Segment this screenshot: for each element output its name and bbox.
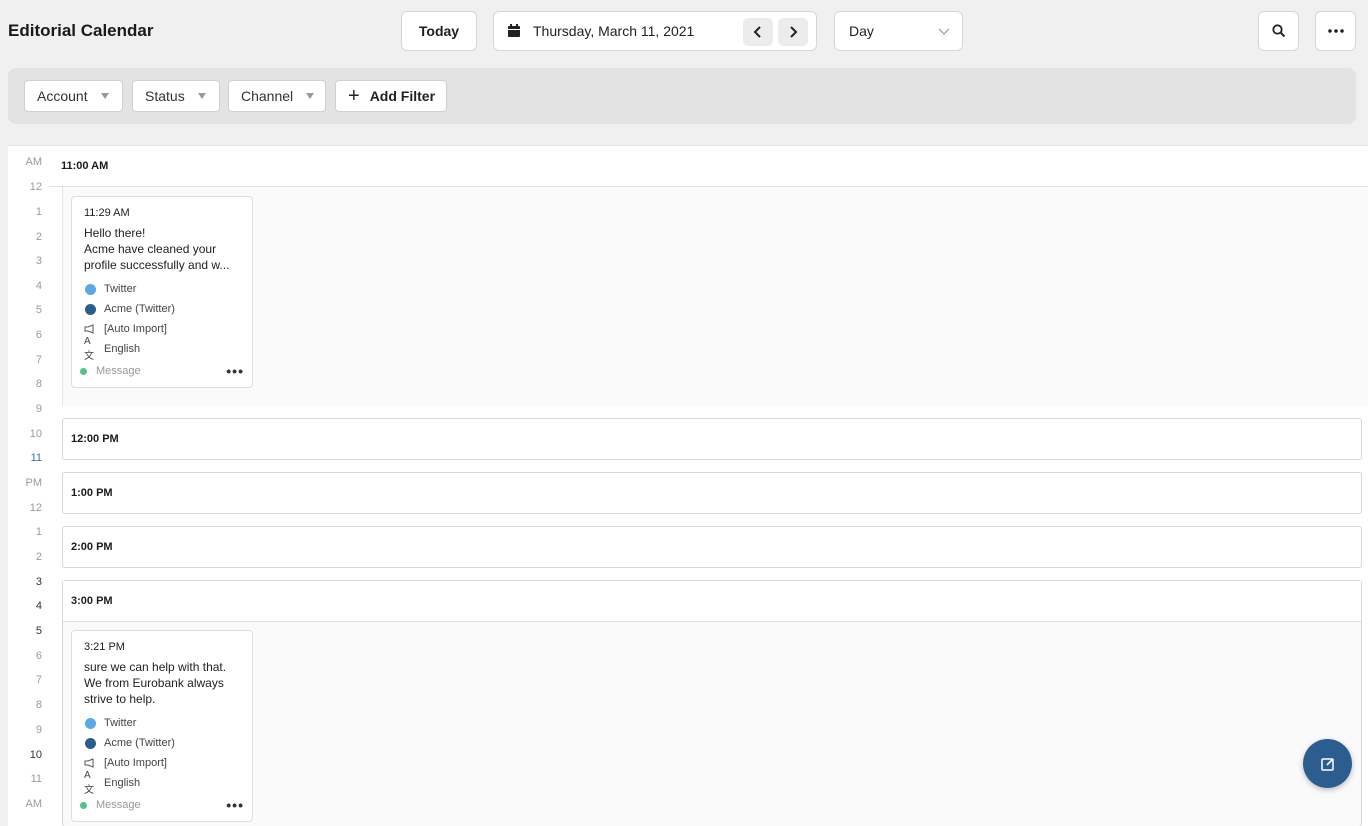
chevron-down-icon bbox=[938, 28, 950, 35]
more-horizontal-icon bbox=[1327, 29, 1344, 33]
post-type: Message bbox=[96, 365, 141, 377]
time-slot-header[interactable]: 12:00 PM bbox=[62, 418, 1362, 460]
time-slot-header[interactable]: 1:00 PM bbox=[62, 472, 1362, 514]
post-channel: Twitter bbox=[84, 279, 240, 299]
add-filter-button[interactable]: + Add Filter bbox=[335, 80, 447, 112]
previous-day-button[interactable] bbox=[743, 18, 773, 46]
megaphone-icon bbox=[84, 323, 96, 335]
top-bar: Editorial Calendar Today Thursday, March… bbox=[0, 0, 1368, 62]
channel-filter[interactable]: Channel bbox=[228, 80, 326, 112]
post-time: 3:21 PM bbox=[84, 641, 125, 653]
post-menu-button[interactable]: ••• bbox=[226, 363, 244, 379]
hour-label: 9 bbox=[35, 724, 42, 736]
hour-label: 6 bbox=[35, 329, 42, 341]
translate-icon: A文 bbox=[84, 336, 94, 362]
hour-label: 4 bbox=[35, 280, 42, 292]
account-filter-label: Account bbox=[37, 88, 88, 104]
hour-label: 10 bbox=[29, 428, 42, 440]
plus-icon: + bbox=[348, 85, 360, 107]
date-picker[interactable]: Thursday, March 11, 2021 bbox=[493, 11, 817, 51]
time-slot: 3:00 PM 3:21 PM sure we can help with th… bbox=[62, 580, 1362, 826]
status-filter-label: Status bbox=[145, 88, 185, 104]
hour-label: PM bbox=[25, 477, 43, 489]
hour-label: 12 bbox=[29, 181, 42, 193]
post-channel: Twitter bbox=[84, 713, 240, 733]
account-icon bbox=[84, 303, 96, 315]
hour-label: 9 bbox=[35, 403, 42, 415]
caret-down-icon bbox=[100, 93, 109, 99]
hour-label: 2 bbox=[35, 231, 42, 243]
translate-icon: A文 bbox=[84, 770, 94, 796]
compose-button[interactable] bbox=[1303, 739, 1352, 788]
hour-label: AM bbox=[25, 156, 43, 168]
add-filter-label: Add Filter bbox=[369, 88, 436, 104]
account-filter[interactable]: Account bbox=[24, 80, 123, 112]
hour-label-current: 11 bbox=[30, 452, 42, 464]
time-slot-header[interactable]: 2:00 PM bbox=[62, 526, 1362, 568]
post-footer: Message ••• bbox=[80, 363, 243, 379]
filter-bar: Account Status Channel + Add Filter bbox=[8, 68, 1356, 124]
post-account: Acme (Twitter) bbox=[84, 299, 240, 319]
hour-label: 1 bbox=[35, 206, 42, 218]
status-dot bbox=[80, 801, 87, 809]
hour-label: 3 bbox=[35, 576, 42, 588]
post-footer: Message ••• bbox=[80, 797, 243, 813]
edit-icon bbox=[1320, 757, 1334, 771]
megaphone-icon bbox=[84, 757, 96, 769]
today-button[interactable]: Today bbox=[401, 11, 477, 51]
post-type: Message bbox=[96, 799, 141, 811]
post-text: Hello there! Acme have cleaned your prof… bbox=[84, 226, 230, 272]
next-day-button[interactable] bbox=[778, 18, 808, 46]
post-menu-button[interactable]: ••• bbox=[226, 797, 244, 813]
chevron-left-icon bbox=[753, 26, 761, 38]
hour-label: 11 bbox=[30, 773, 42, 785]
caret-down-icon bbox=[197, 93, 206, 99]
hour-label: 8 bbox=[35, 699, 42, 711]
post-account: Acme (Twitter) bbox=[84, 733, 240, 753]
hour-label: 7 bbox=[35, 354, 42, 366]
view-select-value: Day bbox=[849, 23, 874, 39]
post-language: A文 English bbox=[84, 770, 141, 796]
post-campaign: [Auto Import] bbox=[84, 319, 240, 339]
hour-label: 7 bbox=[35, 674, 42, 686]
post-text: sure we can help with that. We from Euro… bbox=[84, 660, 227, 706]
post-language: A文 English bbox=[84, 336, 141, 362]
hour-label: 10 bbox=[29, 749, 42, 761]
hour-label: 5 bbox=[35, 304, 42, 316]
status-dot bbox=[80, 367, 87, 375]
twitter-icon bbox=[84, 717, 96, 729]
current-date: Thursday, March 11, 2021 bbox=[533, 23, 695, 39]
search-icon bbox=[1271, 24, 1285, 38]
caret-down-icon bbox=[306, 93, 315, 99]
time-slot-header[interactable]: 3:00 PM bbox=[63, 581, 1361, 622]
channel-filter-label: Channel bbox=[241, 88, 294, 104]
hour-label: 4 bbox=[35, 600, 42, 612]
time-slot-body: 11:29 AM Hello there! Acme have cleaned … bbox=[62, 187, 1368, 406]
hour-label: 2 bbox=[35, 551, 42, 563]
hour-label: 12 bbox=[29, 502, 42, 514]
post-card[interactable]: 3:21 PM sure we can help with that. We f… bbox=[71, 630, 253, 822]
view-select[interactable]: Day bbox=[834, 11, 963, 51]
chevron-right-icon bbox=[790, 26, 798, 38]
page-title: Editorial Calendar bbox=[8, 21, 154, 40]
hour-label: 8 bbox=[35, 378, 42, 390]
calendar-icon bbox=[508, 24, 520, 37]
time-slot-header[interactable]: 11:00 AM bbox=[49, 146, 1368, 187]
post-card[interactable]: 11:29 AM Hello there! Acme have cleaned … bbox=[71, 196, 253, 388]
hour-label: 6 bbox=[35, 650, 42, 662]
post-campaign: [Auto Import] bbox=[84, 753, 240, 773]
hour-label: 5 bbox=[35, 625, 42, 637]
status-filter[interactable]: Status bbox=[132, 80, 220, 112]
more-options-button[interactable] bbox=[1315, 11, 1356, 51]
hour-ruler: AM 12 1 2 3 4 5 6 7 8 9 10 11 PM 12 1 2 … bbox=[8, 146, 50, 826]
twitter-icon bbox=[84, 283, 96, 295]
hour-label: 1 bbox=[35, 526, 42, 538]
hour-label: AM bbox=[25, 798, 43, 810]
day-calendar: AM 12 1 2 3 4 5 6 7 8 9 10 11 PM 12 1 2 … bbox=[8, 145, 1368, 826]
search-button[interactable] bbox=[1258, 11, 1299, 51]
account-icon bbox=[84, 737, 96, 749]
hour-label: 3 bbox=[35, 255, 42, 267]
post-time: 11:29 AM bbox=[84, 207, 130, 219]
